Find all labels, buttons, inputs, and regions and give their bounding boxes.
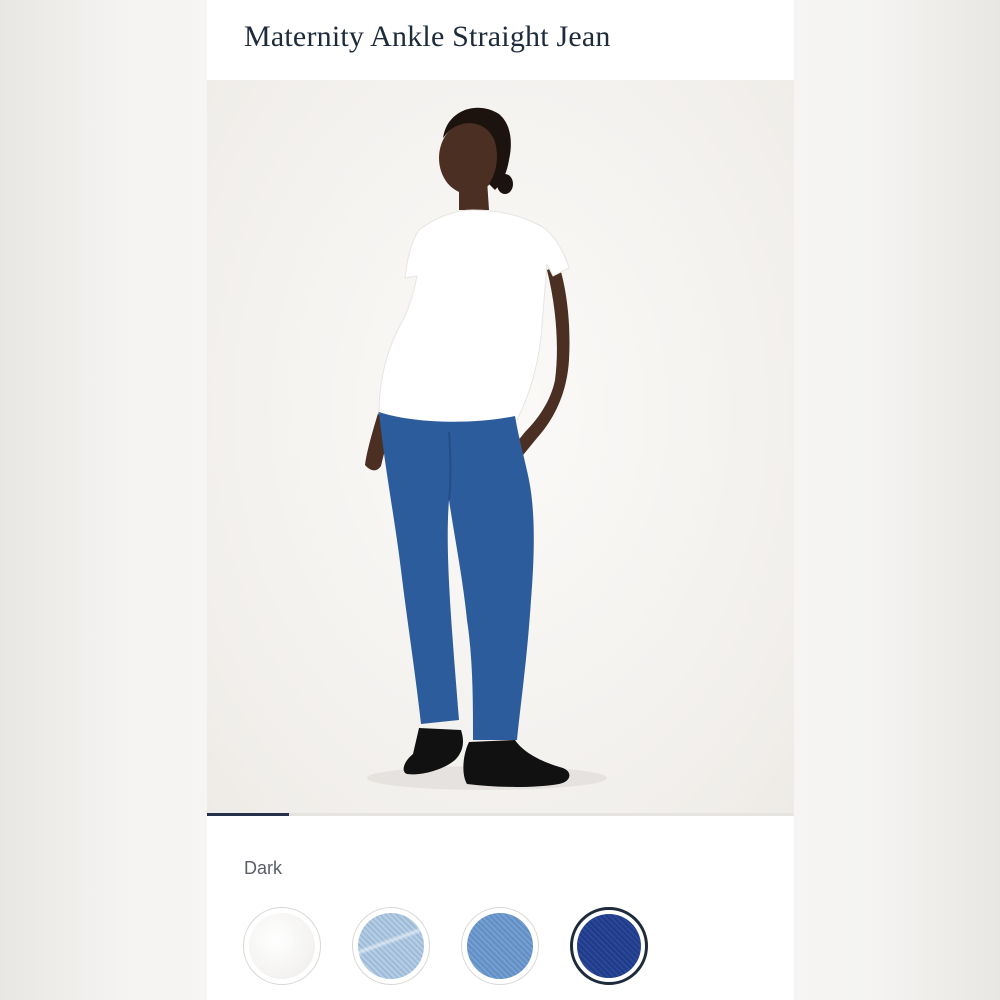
swatch-light-destroyed[interactable] — [352, 907, 430, 985]
carousel-active-indicator — [207, 813, 289, 816]
swatch-medium[interactable] — [461, 907, 539, 985]
swatch-light-fill — [358, 913, 424, 979]
selected-color-label: Dark — [244, 858, 283, 878]
product-title: Maternity Ankle Straight Jean — [244, 20, 611, 53]
swatch-dark-fill — [577, 914, 641, 978]
color-swatch-group — [243, 907, 763, 987]
swatch-medium-fill — [467, 913, 533, 979]
carousel-progress[interactable] — [207, 813, 794, 816]
title-bar: Maternity Ankle Straight Jean — [207, 0, 794, 80]
model-photo — [365, 107, 607, 790]
product-panel: Maternity Ankle Straight Jean Dark — [207, 0, 794, 1000]
swatch-dark[interactable] — [570, 907, 648, 985]
product-image[interactable] — [207, 80, 794, 813]
swatch-white-fill — [249, 913, 315, 979]
swatch-white[interactable] — [243, 907, 321, 985]
